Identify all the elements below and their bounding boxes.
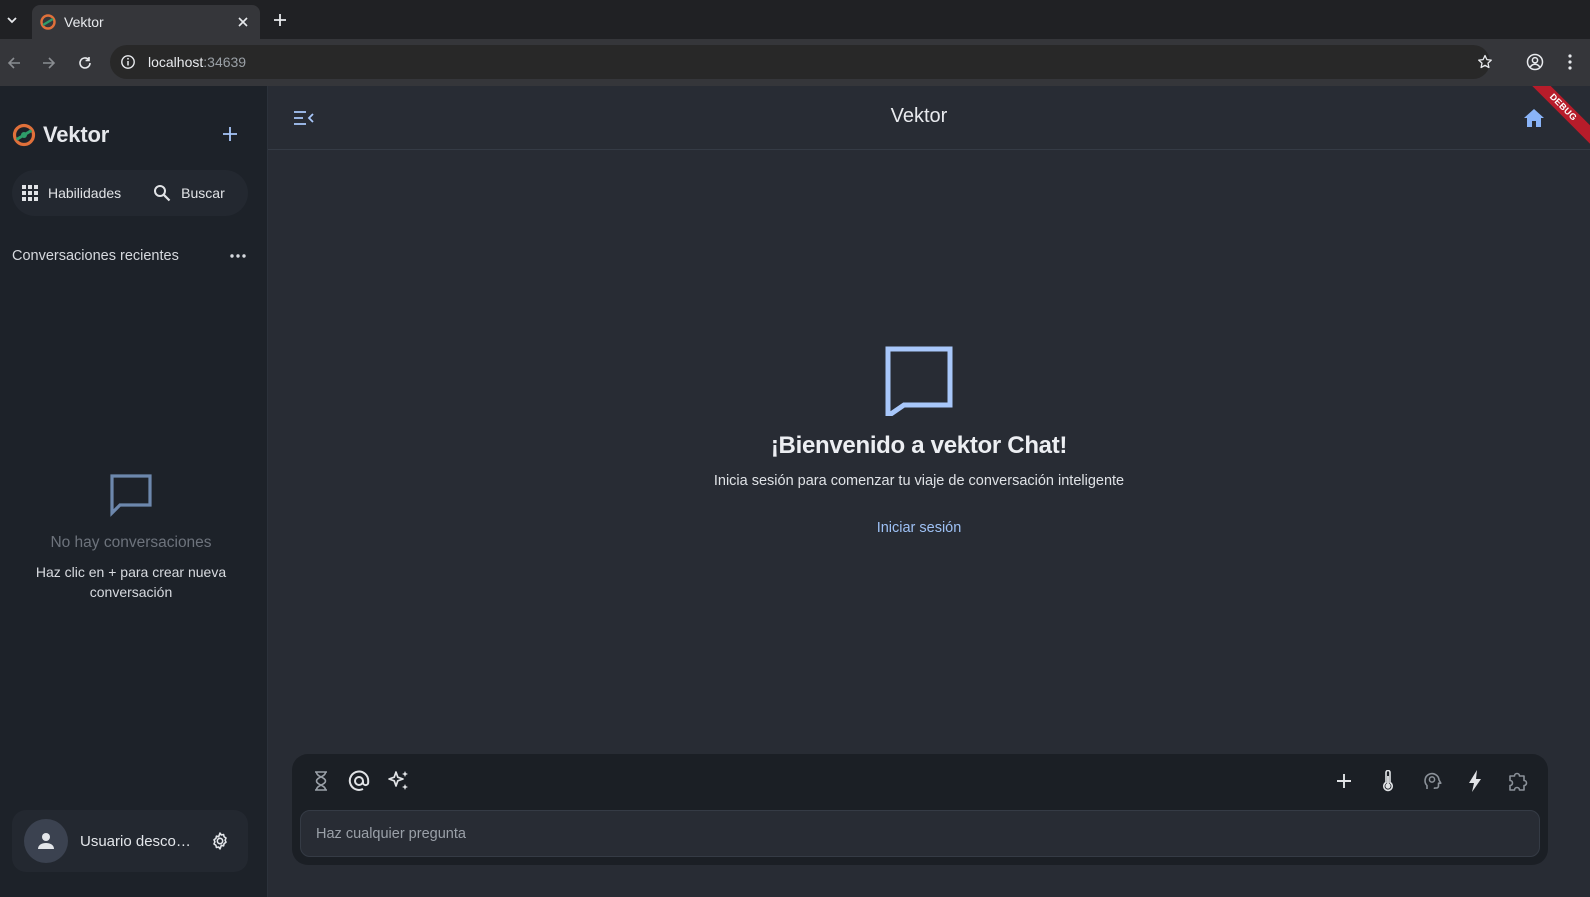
login-link[interactable]: Iniciar sesión bbox=[877, 520, 962, 536]
chat-composer bbox=[292, 754, 1548, 865]
empty-subtitle: Haz clic en + para crear nueva conversac… bbox=[35, 564, 227, 600]
welcome-section: ¡Bienvenido a vektor Chat! Inicia sesión… bbox=[268, 344, 1570, 537]
close-icon bbox=[238, 17, 248, 27]
history-button[interactable] bbox=[308, 768, 334, 794]
at-sign-icon bbox=[348, 770, 370, 791]
brand-name: Vektor bbox=[43, 122, 110, 147]
app-root: Vektor Habilidades Buscar Conversaciones… bbox=[0, 86, 1590, 897]
avatar[interactable] bbox=[24, 819, 68, 863]
welcome-subtitle: Inicia sesión para comenzar tu viaje de … bbox=[713, 473, 1125, 489]
home-icon bbox=[1524, 109, 1544, 127]
url-port: :34639 bbox=[203, 54, 247, 70]
plugins-button[interactable] bbox=[1505, 768, 1531, 794]
recent-conversations-header: Conversaciones recientes bbox=[12, 248, 248, 264]
address-bar[interactable]: localhost:34639 bbox=[110, 45, 1490, 79]
browser-menu-button[interactable] bbox=[1560, 51, 1580, 73]
reload-button[interactable] bbox=[73, 51, 97, 75]
attach-button[interactable] bbox=[1331, 768, 1357, 794]
account-circle-icon bbox=[1526, 53, 1544, 71]
chevron-down-icon bbox=[7, 17, 17, 24]
recent-options-button[interactable] bbox=[228, 250, 248, 262]
arrow-left-icon bbox=[7, 57, 20, 69]
star-icon bbox=[1478, 54, 1492, 69]
tab-close-button[interactable] bbox=[234, 13, 252, 31]
empty-title: No hay conversaciones bbox=[50, 534, 212, 551]
thermometer-icon bbox=[1383, 770, 1393, 792]
settings-button[interactable] bbox=[208, 829, 232, 853]
search-button[interactable]: Buscar bbox=[143, 170, 235, 216]
home-button[interactable] bbox=[1522, 106, 1546, 130]
chat-bubble-icon bbox=[110, 474, 152, 517]
brand[interactable]: Vektor bbox=[12, 122, 109, 148]
more-vert-icon bbox=[1568, 54, 1572, 70]
vektor-favicon bbox=[40, 14, 56, 30]
mention-button[interactable] bbox=[346, 768, 372, 794]
grid-icon bbox=[22, 185, 38, 201]
recent-conversations-title: Conversaciones recientes bbox=[12, 248, 179, 264]
search-label: Buscar bbox=[181, 185, 225, 201]
forward-button[interactable] bbox=[37, 51, 61, 75]
bolt-icon bbox=[1469, 770, 1481, 792]
skills-button[interactable]: Habilidades bbox=[12, 170, 131, 216]
page-title: Vektor bbox=[890, 105, 948, 127]
plus-icon bbox=[1337, 774, 1351, 788]
user-panel[interactable]: Usuario desconocido bbox=[12, 810, 248, 872]
browser-tabstrip: Vektor bbox=[0, 0, 1590, 39]
search-icon bbox=[154, 185, 171, 202]
bookmark-button[interactable] bbox=[1474, 51, 1496, 73]
puzzle-icon bbox=[1509, 772, 1528, 791]
skills-label: Habilidades bbox=[48, 185, 122, 201]
app-header: Vektor DEBUG bbox=[268, 86, 1590, 150]
quick-actions-bar: Habilidades Buscar bbox=[12, 170, 248, 216]
user-name: Usuario desconocido bbox=[80, 832, 196, 850]
person-icon bbox=[38, 833, 54, 849]
vektor-logo bbox=[12, 123, 36, 147]
empty-conversations: No hay conversaciones Haz clic en + para… bbox=[0, 472, 262, 602]
ai-tools-button[interactable] bbox=[386, 768, 412, 794]
browser-toolbar: localhost:34639 bbox=[0, 39, 1590, 86]
info-icon[interactable] bbox=[120, 54, 136, 70]
plus-icon bbox=[223, 127, 237, 141]
chat-bubble-icon bbox=[885, 346, 953, 416]
new-tab-button[interactable] bbox=[270, 10, 290, 30]
quick-mode-button[interactable] bbox=[1462, 768, 1488, 794]
plus-icon bbox=[274, 14, 286, 26]
brain-icon bbox=[1424, 772, 1442, 789]
tab-title: Vektor bbox=[64, 14, 104, 30]
browser-tab[interactable]: Vektor bbox=[32, 5, 260, 39]
url-host: localhost bbox=[148, 54, 204, 70]
welcome-title: ¡Bienvenido a vektor Chat! bbox=[770, 432, 1068, 459]
profile-button[interactable] bbox=[1524, 51, 1546, 73]
gear-icon bbox=[213, 832, 227, 850]
reload-icon bbox=[79, 57, 91, 69]
sparkles-icon bbox=[388, 771, 408, 790]
main-panel: Vektor DEBUG ¡Bienvenido a vektor Chat! … bbox=[268, 86, 1590, 897]
more-horiz-icon bbox=[230, 254, 246, 258]
sidebar: Vektor Habilidades Buscar Conversaciones… bbox=[0, 86, 268, 897]
arrow-right-icon bbox=[43, 57, 56, 69]
hourglass-icon bbox=[315, 771, 327, 791]
reasoning-button[interactable] bbox=[1419, 768, 1445, 794]
back-button[interactable] bbox=[2, 51, 26, 75]
tab-search-button[interactable] bbox=[0, 8, 24, 32]
temperature-button[interactable] bbox=[1375, 768, 1401, 794]
ask-input[interactable] bbox=[300, 810, 1540, 857]
new-conversation-button[interactable] bbox=[220, 124, 240, 144]
